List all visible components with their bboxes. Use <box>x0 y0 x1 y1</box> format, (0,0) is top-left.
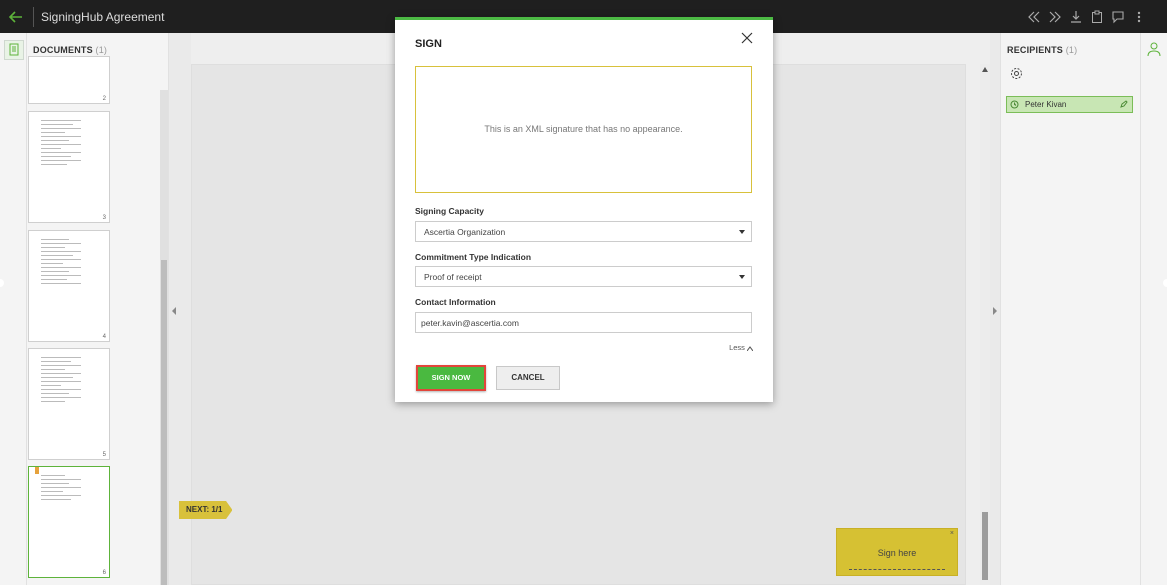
page-number: 2 <box>102 96 106 102</box>
signature-line <box>849 569 945 570</box>
signing-capacity-value: Ascertia Organization <box>424 227 506 237</box>
recipient-item[interactable]: Peter Kivan <box>1006 96 1133 113</box>
comment-icon[interactable] <box>1109 9 1126 25</box>
commitment-type-label: Commitment Type Indication <box>415 252 532 262</box>
page-thumbnails: 2 3 4 5 6 <box>28 56 138 585</box>
documents-scrollbar-thumb[interactable] <box>161 260 167 585</box>
recipient-status-icon <box>1010 100 1019 111</box>
signing-capacity-select[interactable]: Ascertia Organization <box>415 221 752 242</box>
clipboard-icon[interactable] <box>1088 9 1105 25</box>
document-scrollbar-thumb[interactable] <box>982 512 988 580</box>
commitment-type-select[interactable]: Proof of receipt <box>415 266 752 287</box>
page-thumbnail[interactable]: 5 <box>28 348 110 460</box>
contact-information-input[interactable] <box>416 313 751 332</box>
less-options-toggle[interactable]: Less <box>729 343 754 353</box>
less-label: Less <box>729 343 745 352</box>
page-thumbnail-selected[interactable]: 6 <box>28 466 110 578</box>
right-collapse-gutter[interactable] <box>990 33 1000 585</box>
page-number: 4 <box>102 334 106 340</box>
recipients-title: RECIPIENTS <box>1007 45 1064 55</box>
documents-count: (1) <box>95 45 108 55</box>
left-tool-strip <box>0 33 27 585</box>
recipients-heading: RECIPIENTS (1) <box>1007 45 1077 55</box>
signature-field[interactable]: × Sign here <box>836 528 958 576</box>
page-text-preview <box>41 475 81 503</box>
page-text-preview <box>41 239 81 287</box>
page-thumbnail[interactable]: 4 <box>28 230 110 342</box>
double-chevron-left-icon[interactable] <box>1025 9 1042 25</box>
page-thumbnail[interactable]: 2 <box>28 56 110 104</box>
contact-information-field[interactable] <box>415 312 752 333</box>
topbar-divider <box>33 7 34 27</box>
page-text-preview <box>41 357 81 405</box>
page-thumbnail[interactable]: 3 <box>28 111 110 223</box>
recipients-count: (1) <box>1065 45 1078 55</box>
edit-recipient-icon[interactable] <box>1120 100 1128 110</box>
more-vertical-icon[interactable] <box>1130 9 1147 25</box>
document-scrollbar[interactable] <box>980 64 990 585</box>
user-add-icon[interactable] <box>1146 41 1162 57</box>
download-icon[interactable] <box>1067 9 1084 25</box>
signature-message: This is an XML signature that has no app… <box>484 124 683 134</box>
document-title: SigningHub Agreement <box>41 10 165 24</box>
toolbar-icons <box>1025 9 1147 25</box>
signature-field-label: Sign here <box>877 548 917 558</box>
page-number: 3 <box>102 215 106 221</box>
commitment-type-value: Proof of receipt <box>424 272 482 282</box>
signature-preview-box: This is an XML signature that has no app… <box>415 66 752 193</box>
cancel-button[interactable]: CANCEL <box>496 366 560 390</box>
recipients-panel: RECIPIENTS (1) Peter Kivan <box>1000 33 1140 585</box>
chevron-up-icon <box>746 344 754 353</box>
right-tool-strip <box>1140 33 1167 585</box>
contact-information-label: Contact Information <box>415 297 496 307</box>
page-text-preview <box>41 120 81 168</box>
dialog-title: SIGN <box>415 38 442 50</box>
document-list-icon[interactable] <box>4 40 24 60</box>
documents-title: DOCUMENTS <box>33 45 93 55</box>
remove-field-icon[interactable]: × <box>950 530 954 537</box>
double-chevron-right-icon[interactable] <box>1046 9 1063 25</box>
close-icon[interactable] <box>741 32 753 44</box>
sign-dialog: SIGN This is an XML signature that has n… <box>395 17 773 402</box>
edge-handle-right <box>1163 279 1167 287</box>
chevron-down-icon <box>739 275 745 279</box>
page-number: 5 <box>102 452 106 458</box>
back-arrow-icon[interactable] <box>7 8 25 26</box>
recipient-name: Peter Kivan <box>1025 100 1067 109</box>
next-field-tag[interactable]: NEXT: 1/1 <box>179 501 233 519</box>
page-number: 6 <box>102 570 106 576</box>
sign-now-button[interactable]: SIGN NOW <box>416 365 486 391</box>
documents-heading: DOCUMENTS (1) <box>33 45 107 55</box>
signature-field-marker <box>35 467 39 474</box>
signing-capacity-label: Signing Capacity <box>415 206 484 216</box>
chevron-down-icon <box>739 230 745 234</box>
documents-scrollbar[interactable] <box>160 90 168 585</box>
settings-gear-icon[interactable] <box>1010 67 1023 83</box>
